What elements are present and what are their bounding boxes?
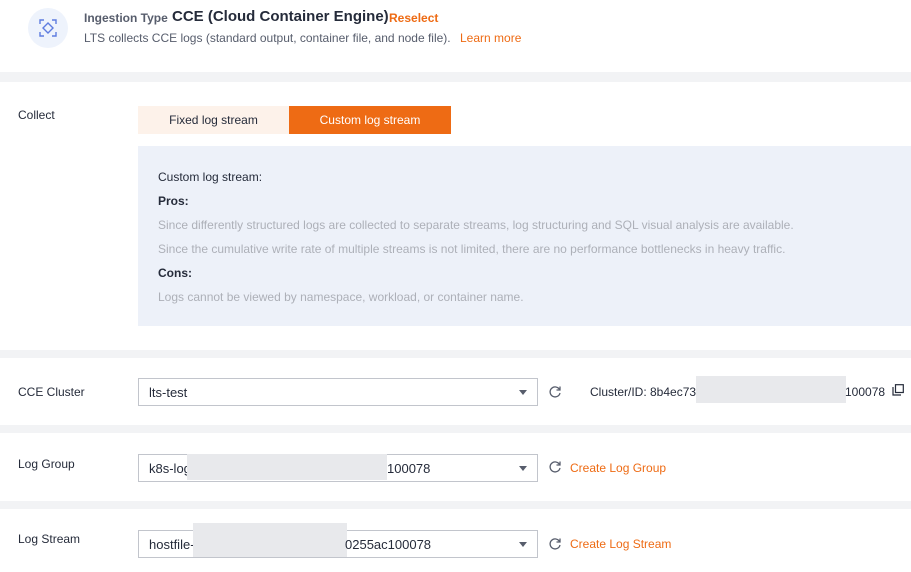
log-group-row: Log Group k8s-log 100078 Create Log Grou… [0, 433, 911, 501]
pros-item: Since the cumulative write rate of multi… [158, 242, 786, 256]
refresh-icon[interactable] [548, 460, 562, 474]
cce-cluster-value: lts-test [149, 385, 188, 400]
cons-item: Logs cannot be viewed by namespace, work… [158, 290, 524, 304]
info-title: Custom log stream: [158, 170, 263, 184]
refresh-icon[interactable] [548, 537, 562, 551]
cce-cluster-label: CCE Cluster [18, 385, 85, 399]
redacted-region [187, 454, 387, 480]
custom-log-stream-info: Custom log stream: Pros: Since different… [138, 146, 911, 326]
custom-log-stream-option[interactable]: Custom log stream [289, 106, 451, 134]
collect-section: Collect Fixed log stream Custom log stre… [0, 82, 911, 350]
reselect-link[interactable]: Reselect [389, 11, 438, 25]
cce-cluster-select[interactable]: lts-test [138, 378, 538, 406]
ingestion-description: LTS collects CCE logs (standard output, … [84, 31, 451, 45]
redacted-region [696, 376, 846, 403]
cce-cluster-row: CCE Cluster lts-test Cluster/ID: 8b4ec73… [0, 358, 911, 425]
log-stream-row: Log Stream hostfile- 0255ac100078 Create… [0, 509, 911, 572]
fixed-log-stream-option[interactable]: Fixed log stream [138, 106, 289, 134]
chevron-down-icon [519, 466, 527, 471]
log-group-select[interactable]: k8s-log 100078 [138, 454, 538, 482]
ingestion-type-header: Ingestion Type CCE (Cloud Container Engi… [0, 0, 911, 72]
log-stream-select[interactable]: hostfile- 0255ac100078 [138, 523, 538, 558]
pros-item: Since differently structured logs are co… [158, 218, 794, 232]
cluster-id-suffix: 100078 [845, 385, 886, 399]
copy-icon[interactable] [892, 384, 904, 396]
log-group-value-prefix: k8s-log [149, 461, 191, 476]
chevron-down-icon [519, 542, 527, 547]
pros-label: Pros: [158, 194, 189, 208]
learn-more-link[interactable]: Learn more [460, 31, 521, 45]
refresh-icon[interactable] [548, 385, 562, 399]
log-stream-value-prefix: hostfile- [149, 537, 195, 552]
cluster-id-prefix: Cluster/ID: 8b4ec73 [590, 385, 697, 399]
create-log-group-link[interactable]: Create Log Group [570, 461, 666, 475]
ingestion-type-label: Ingestion Type [84, 11, 168, 25]
log-group-value-suffix: 100078 [387, 461, 431, 476]
log-group-label: Log Group [18, 457, 75, 471]
log-stream-label: Log Stream [18, 532, 81, 546]
collect-label: Collect [18, 108, 55, 122]
cons-label: Cons: [158, 266, 192, 280]
create-log-stream-link[interactable]: Create Log Stream [570, 537, 671, 551]
ingestion-type-value: CCE (Cloud Container Engine) [172, 8, 389, 25]
chevron-down-icon [519, 390, 527, 395]
scan-target-icon [28, 8, 68, 48]
redacted-region [193, 523, 347, 557]
log-stream-value-suffix: 0255ac100078 [345, 537, 432, 552]
